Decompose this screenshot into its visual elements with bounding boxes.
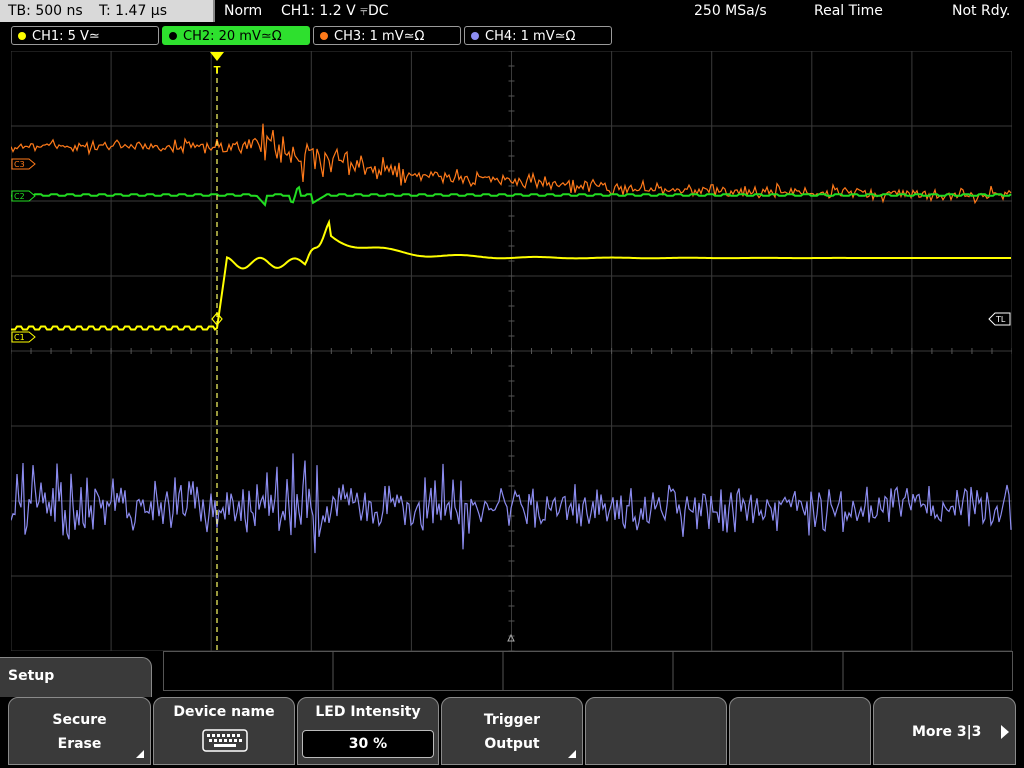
ch3-offset-marker[interactable]: C3 [11,158,36,170]
menu-title: Setup [8,668,55,684]
ch2-color-dot [169,32,177,40]
submenu-corner-icon [136,750,144,758]
trigger-time-value: T: 1.47 µs [99,3,168,19]
ch4-color-dot [471,32,479,40]
channel-tab-ch1[interactable]: CH1: 5 V≃ [11,26,159,45]
svg-text:C3: C3 [14,160,25,169]
ch1-color-dot [18,32,26,40]
led-intensity-button[interactable]: LED Intensity 30 % [297,697,439,765]
button-label-line2: Output [484,736,540,752]
button-label-line2: Erase [57,736,102,752]
sample-rate: 250 MSa/s [694,3,767,19]
channel-tab-ch2[interactable]: CH2: 20 mV≃Ω [162,26,310,45]
button-label-line1: More 3|3 [912,724,982,740]
device-name-button[interactable]: Device name [153,697,295,765]
channel-tab-label: CH4: 1 mV≃Ω [485,29,576,44]
status-bar: TB: 500 ns T: 1.47 µs Norm CH1: 1.2 V ⫧D… [0,0,1024,24]
acquisition-status: Not Rdy. [952,3,1011,19]
keyboard-icon [202,729,248,752]
timebase-value: TB: 500 ns [8,3,83,19]
waveform-display[interactable]: T C3 C2 C1 TL [11,51,1012,651]
svg-text:C2: C2 [14,192,25,201]
ch1-offset-marker[interactable]: C1 [11,331,36,343]
channel-tab-ch4[interactable]: CH4: 1 mV≃Ω [464,26,612,45]
ch2-offset-marker[interactable]: C2 [11,190,36,202]
channel-tab-label: CH3: 1 mV≃Ω [334,29,425,44]
more-button[interactable]: More 3|3 [873,697,1016,765]
button-label-line1: Device name [173,704,275,720]
menu-separator-grid [163,651,1013,691]
svg-text:TL: TL [995,315,1006,324]
menu-title-tab[interactable]: Setup [0,657,152,697]
secure-erase-button[interactable]: Secure Erase [8,697,151,765]
channel-tab-label: CH2: 20 mV≃Ω [183,29,282,44]
trigger-mode: Norm [224,3,263,19]
channel-bar: CH1: 5 V≃ CH2: 20 mV≃Ω CH3: 1 mV≃Ω CH4: … [0,26,1024,48]
chevron-right-icon [1001,725,1009,739]
button-label-line1: Trigger [483,712,541,728]
button-label-line1: LED Intensity [315,704,421,720]
trigger-source-info: CH1: 1.2 V ⫧DC [281,3,389,19]
channel-tab-ch3[interactable]: CH3: 1 mV≃Ω [313,26,461,45]
led-intensity-value[interactable]: 30 % [302,730,434,758]
button-label-line1: Secure [52,712,107,728]
empty-softkey-6[interactable] [729,697,871,765]
ch3-color-dot [320,32,328,40]
empty-softkey-5[interactable] [585,697,727,765]
svg-text:C1: C1 [14,333,25,342]
svg-text:T: T [214,65,221,76]
trigger-output-button[interactable]: Trigger Output [441,697,583,765]
acquisition-mode: Real Time [814,3,883,19]
submenu-corner-icon [568,750,576,758]
timebase-box[interactable]: TB: 500 ns T: 1.47 µs [0,0,215,22]
channel-tab-label: CH1: 5 V≃ [32,29,100,44]
